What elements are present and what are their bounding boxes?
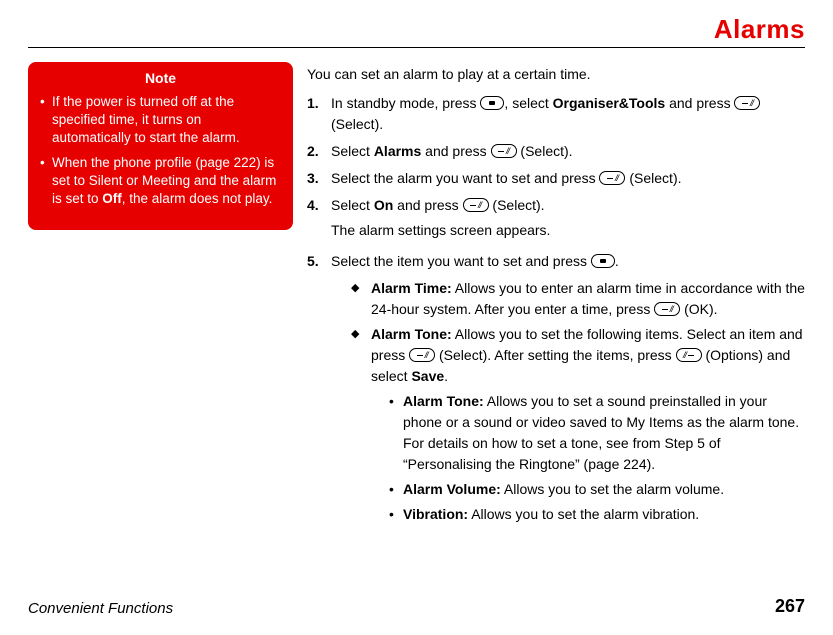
footer-section: Convenient Functions bbox=[28, 600, 173, 617]
diamond-list: Alarm Time: Allows you to enter an alarm… bbox=[351, 278, 805, 525]
bullet-item: Alarm Volume: Allows you to set the alar… bbox=[389, 479, 805, 500]
diamond-item: Alarm Tone: Allows you to set the follow… bbox=[351, 324, 805, 525]
footer-page-number: 267 bbox=[775, 596, 805, 617]
sidebar: Note If the power is turned off at the s… bbox=[28, 62, 293, 230]
right-softkey-icon: // bbox=[463, 198, 489, 212]
left-softkey-icon: // bbox=[676, 348, 702, 362]
step-text: (Select). bbox=[331, 116, 383, 132]
step-text: and press bbox=[665, 95, 734, 111]
step-item: Select the item you want to set and pres… bbox=[307, 251, 805, 525]
step-text: and press bbox=[393, 197, 462, 213]
step-text: Select bbox=[331, 143, 374, 159]
right-softkey-icon: // bbox=[654, 302, 680, 316]
note-item: If the power is turned off at the specif… bbox=[40, 93, 283, 148]
diamond-text: . bbox=[444, 368, 448, 384]
diamond-bold: Save bbox=[411, 368, 444, 384]
page-footer: Convenient Functions 267 bbox=[28, 588, 805, 617]
bullet-text: Allows you to set the alarm vibration. bbox=[468, 506, 699, 522]
diamond-text: (OK). bbox=[680, 301, 717, 317]
diamond-item: Alarm Time: Allows you to enter an alarm… bbox=[351, 278, 805, 320]
note-item-text: If the power is turned off at the specif… bbox=[52, 94, 240, 145]
note-body: If the power is turned off at the specif… bbox=[28, 93, 293, 230]
page-header: Alarms bbox=[28, 14, 805, 48]
steps-list: In standby mode, press , select Organise… bbox=[307, 93, 805, 525]
step-bold: Alarms bbox=[374, 143, 421, 159]
note-item: When the phone profile (page 222) is set… bbox=[40, 154, 283, 209]
step-text: and press bbox=[421, 143, 490, 159]
right-softkey-icon: // bbox=[734, 96, 760, 110]
note-item-suffix: , the alarm does not play. bbox=[122, 191, 273, 206]
step-item: Select Alarms and press // (Select). bbox=[307, 141, 805, 162]
step-text: (Select). bbox=[517, 143, 573, 159]
diamond-label: Alarm Tone: bbox=[371, 326, 452, 342]
step-bold: Organiser&Tools bbox=[553, 95, 666, 111]
bullet-label: Alarm Tone: bbox=[403, 393, 484, 409]
note-item-bold: Off bbox=[102, 191, 122, 206]
step-text: Select the alarm you want to set and pre… bbox=[331, 170, 599, 186]
bullet-item: Alarm Tone: Allows you to set a sound pr… bbox=[389, 391, 805, 475]
right-softkey-icon: // bbox=[409, 348, 435, 362]
bullet-label: Alarm Volume: bbox=[403, 481, 501, 497]
step-text: . bbox=[615, 253, 619, 269]
step-bold: On bbox=[374, 197, 393, 213]
center-key-icon bbox=[480, 96, 504, 110]
note-box: Note If the power is turned off at the s… bbox=[28, 62, 293, 230]
step-text: In standby mode, press bbox=[331, 95, 480, 111]
step-item: Select On and press // (Select). The ala… bbox=[307, 195, 805, 241]
content-row: Note If the power is turned off at the s… bbox=[28, 62, 805, 588]
diamond-text: (Select). After setting the items, press bbox=[435, 347, 675, 363]
intro-text: You can set an alarm to play at a certai… bbox=[307, 64, 805, 85]
right-softkey-icon: // bbox=[599, 171, 625, 185]
step-subtext: The alarm settings screen appears. bbox=[331, 220, 805, 241]
center-key-icon bbox=[591, 254, 615, 268]
step-item: In standby mode, press , select Organise… bbox=[307, 93, 805, 135]
right-softkey-icon: // bbox=[491, 144, 517, 158]
step-item: Select the alarm you want to set and pre… bbox=[307, 168, 805, 189]
bullet-label: Vibration: bbox=[403, 506, 468, 522]
main-content: You can set an alarm to play at a certai… bbox=[307, 62, 805, 531]
bullet-text: Allows you to set the alarm volume. bbox=[501, 481, 724, 497]
step-text: (Select). bbox=[489, 197, 545, 213]
step-text: Select bbox=[331, 197, 374, 213]
step-text: Select the item you want to set and pres… bbox=[331, 253, 591, 269]
bullet-item: Vibration: Allows you to set the alarm v… bbox=[389, 504, 805, 525]
step-text: , select bbox=[504, 95, 552, 111]
diamond-label: Alarm Time: bbox=[371, 280, 452, 296]
note-header: Note bbox=[28, 62, 293, 93]
step-text: (Select). bbox=[625, 170, 681, 186]
page-title: Alarms bbox=[714, 14, 805, 44]
bullet-list: Alarm Tone: Allows you to set a sound pr… bbox=[389, 391, 805, 525]
